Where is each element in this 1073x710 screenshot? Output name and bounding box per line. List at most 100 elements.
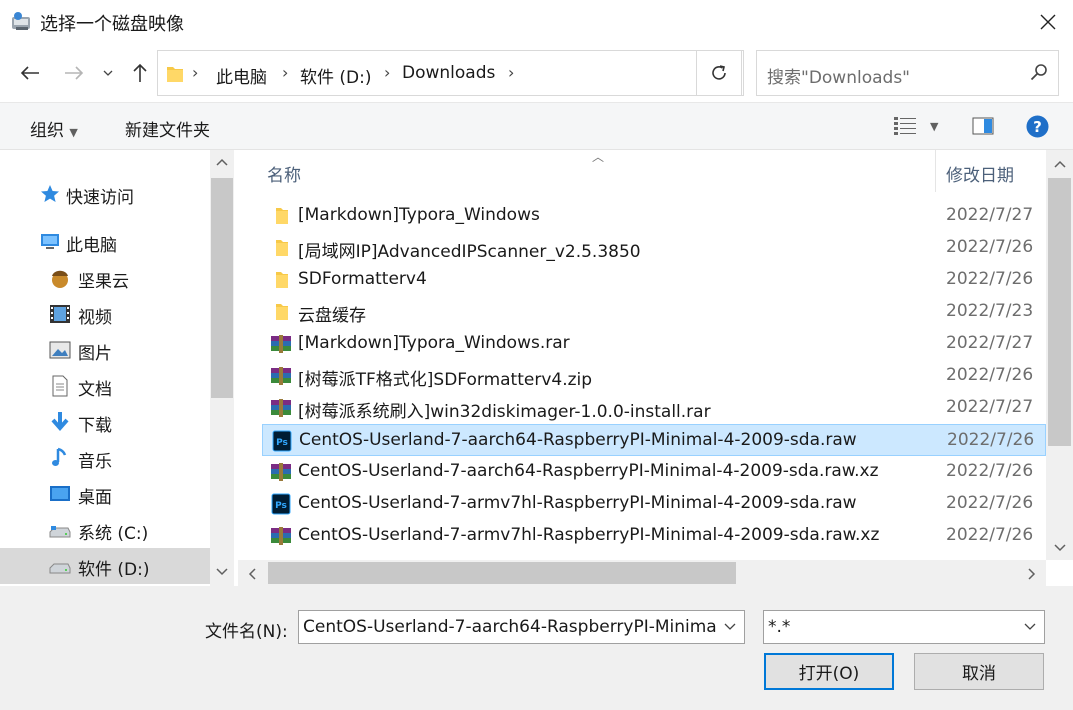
computer-icon — [41, 234, 59, 249]
sidebar-item-label: 快速访问 — [66, 188, 134, 208]
filetype-select[interactable]: *.* — [763, 610, 1045, 644]
file-row[interactable]: [局域网IP]AdvancedIPScanner_v2.5.3850 2022/7… — [262, 232, 1046, 264]
winrar-archive-icon — [270, 333, 292, 355]
file-row[interactable]: SDFormatterv4 2022/7/26 — [262, 264, 1046, 296]
arrow-up-icon — [133, 63, 147, 82]
refresh-icon — [712, 65, 726, 80]
photoshop-file-icon: Ps — [271, 430, 293, 452]
filename-value[interactable]: CentOS-Userland-7-aarch64-RaspberryPI-Mi… — [303, 617, 744, 637]
sidebar-item-videos[interactable]: 视频 — [0, 296, 210, 332]
search-icon — [1030, 64, 1047, 81]
dialog-footer: 文件名(N): CentOS-Userland-7-aarch64-Raspbe… — [0, 586, 1073, 710]
file-name: CentOS-Userland-7-armv7hl-RaspberryPI-Mi… — [298, 493, 857, 513]
recent-locations-button[interactable] — [96, 58, 120, 88]
scroll-up-icon[interactable] — [1054, 160, 1066, 168]
window-title: 选择一个磁盘映像 — [40, 14, 184, 35]
folder-icon — [270, 269, 292, 291]
column-header-name[interactable]: 名称 — [267, 161, 301, 186]
download-icon — [51, 412, 69, 432]
folder-icon — [167, 67, 183, 82]
file-name: [局域网IP]AdvancedIPScanner_v2.5.3850 — [298, 242, 641, 262]
scroll-thumb[interactable] — [1048, 178, 1071, 446]
winrar-archive-icon — [270, 365, 292, 387]
breadcrumb-this-pc[interactable]: 此电脑 — [216, 63, 267, 88]
file-date: 2022/7/27 — [946, 333, 1034, 353]
file-row[interactable]: [树莓派TF格式化]SDFormatterv4.zip 2022/7/26 — [262, 360, 1046, 392]
sidebar-item-drive-c[interactable]: 系统 (C:) — [0, 512, 210, 548]
file-row[interactable]: [Markdown]Typora_Windows 2022/7/27 — [262, 200, 1046, 232]
forward-button[interactable] — [60, 58, 88, 88]
navigation-scrollbar[interactable] — [210, 150, 234, 586]
refresh-button[interactable] — [696, 50, 742, 96]
file-date: 2022/7/26 — [946, 237, 1034, 257]
scroll-thumb[interactable] — [268, 562, 736, 584]
preview-pane-icon[interactable] — [972, 117, 994, 135]
scroll-thumb[interactable] — [211, 178, 233, 398]
open-button[interactable]: 打开(O) — [764, 653, 894, 690]
drive-icon — [49, 526, 71, 538]
file-date: 2022/7/23 — [946, 301, 1034, 321]
view-options-icon[interactable]: ▼ — [930, 120, 938, 133]
close-button[interactable] — [1023, 0, 1073, 44]
organize-menu[interactable]: 组织 ▼ — [30, 116, 78, 141]
help-icon[interactable]: ? — [1026, 115, 1049, 138]
search-input[interactable]: 搜索"Downloads" — [767, 63, 910, 88]
file-row[interactable]: Ps CentOS-Userland-7-aarch64-RaspberryPI-… — [262, 424, 1046, 456]
breadcrumb-drive-d[interactable]: 软件 (D:) — [300, 63, 372, 88]
scroll-left-icon[interactable] — [248, 568, 256, 580]
file-date: 2022/7/26 — [947, 430, 1035, 450]
command-bar: 组织 ▼ 新建文件夹 ▼ ? — [0, 102, 1073, 150]
file-row[interactable]: 云盘缓存 2022/7/23 — [262, 296, 1046, 328]
file-date: 2022/7/26 — [946, 269, 1034, 289]
sidebar-item-music[interactable]: 音乐 — [0, 440, 210, 476]
view-list-icon[interactable] — [894, 116, 916, 136]
cancel-button[interactable]: 取消 — [914, 653, 1044, 690]
chevron-down-icon — [724, 623, 736, 630]
desktop-icon — [50, 486, 70, 501]
scroll-up-icon[interactable] — [216, 158, 228, 166]
file-list-vertical-scrollbar[interactable] — [1046, 150, 1073, 560]
file-list: ︿ 名称 修改日期 [Markdown]Typora_Windows 2022/7… — [238, 150, 1073, 586]
file-row[interactable]: [树莓派系统刷入]win32diskimager-1.0.0-install.r… — [262, 392, 1046, 424]
file-name: 云盘缓存 — [298, 306, 366, 326]
video-icon — [50, 305, 70, 323]
file-name: SDFormatterv4 — [298, 269, 427, 289]
file-list-horizontal-scrollbar[interactable] — [238, 560, 1046, 586]
sidebar-item-desktop[interactable]: 桌面 — [0, 476, 210, 512]
file-row[interactable]: [Markdown]Typora_Windows.rar 2022/7/27 — [262, 328, 1046, 360]
back-button[interactable] — [16, 58, 44, 88]
file-name: [树莓派TF格式化]SDFormatterv4.zip — [298, 370, 593, 390]
folder-icon — [270, 205, 292, 227]
sidebar-item-drive-d[interactable]: 软件 (D:) — [0, 548, 210, 584]
file-row[interactable]: Ps CentOS-Userland-7-armv7hl-RaspberryPI-… — [262, 488, 1046, 520]
scroll-right-icon[interactable] — [1028, 568, 1036, 580]
column-header-date[interactable]: 修改日期 — [946, 161, 1014, 186]
file-name: [树莓派系统刷入]win32diskimager-1.0.0-install.r… — [298, 402, 711, 422]
file-name: CentOS-Userland-7-aarch64-RaspberryPI-Mi… — [298, 461, 879, 481]
sidebar-item-documents[interactable]: 文档 — [0, 368, 210, 404]
filename-field[interactable]: CentOS-Userland-7-aarch64-RaspberryPI-Mi… — [298, 610, 745, 644]
address-bar[interactable]: › 此电脑 › 软件 (D:) › Downloads › — [157, 50, 744, 96]
search-box[interactable]: 搜索"Downloads" — [756, 50, 1059, 96]
filename-history-button[interactable] — [716, 611, 744, 643]
sidebar-item-jianguoyun[interactable]: 坚果云 — [0, 260, 210, 296]
music-icon — [52, 447, 67, 466]
organize-label: 组织 — [30, 121, 64, 141]
open-file-dialog: 选择一个磁盘映像 › 此电脑 › 软件 (D:) › Downloads › 搜… — [0, 0, 1073, 710]
column-divider[interactable] — [935, 150, 936, 192]
breadcrumb-downloads[interactable]: Downloads — [402, 63, 495, 83]
sidebar-item-label: 视频 — [78, 308, 112, 328]
scroll-down-icon[interactable] — [216, 568, 228, 576]
sidebar-item-pictures[interactable]: 图片 — [0, 332, 210, 368]
svg-text:Ps: Ps — [275, 501, 287, 511]
file-row[interactable]: CentOS-Userland-7-armv7hl-RaspberryPI-Mi… — [262, 520, 1046, 552]
file-row[interactable]: CentOS-Userland-7-aarch64-RaspberryPI-Mi… — [262, 456, 1046, 488]
up-button[interactable] — [126, 58, 154, 88]
sidebar-item-quick-access[interactable]: 快速访问 — [0, 176, 210, 212]
scroll-down-icon[interactable] — [1054, 544, 1066, 552]
sidebar-item-downloads[interactable]: 下载 — [0, 404, 210, 440]
file-name: [Markdown]Typora_Windows — [298, 205, 540, 225]
sidebar-item-label: 系统 (C:) — [78, 524, 149, 544]
new-folder-button[interactable]: 新建文件夹 — [125, 116, 210, 141]
sidebar-item-this-pc[interactable]: 此电脑 — [0, 224, 210, 260]
